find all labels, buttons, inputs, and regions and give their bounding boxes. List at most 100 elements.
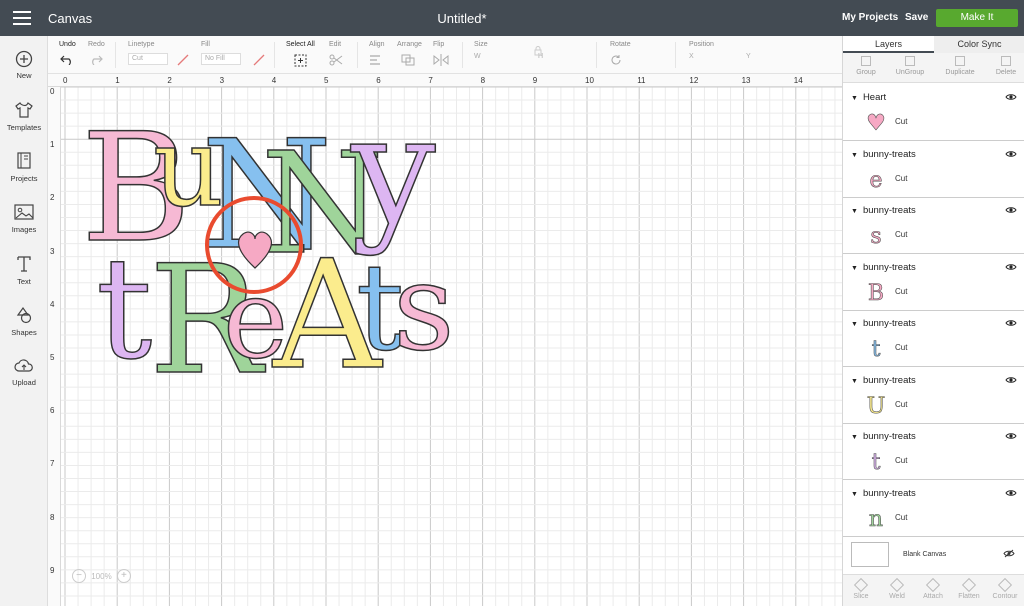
- layer-name[interactable]: ▼ bunny-treats: [851, 205, 916, 216]
- slice-button[interactable]: Slice: [843, 577, 879, 600]
- layer-name[interactable]: ▼ Heart: [851, 92, 886, 103]
- sidebar-item-images[interactable]: Images: [0, 202, 48, 234]
- make-it-button[interactable]: Make It: [936, 9, 1018, 27]
- eye-icon[interactable]: [1005, 206, 1017, 214]
- artwork-letter[interactable]: s: [392, 238, 455, 379]
- fill-dropdown[interactable]: Fill No Fill: [201, 41, 241, 65]
- blank-canvas-swatch[interactable]: [851, 542, 889, 567]
- zoom-out-button[interactable]: −: [72, 569, 86, 583]
- caret-down-icon[interactable]: ▼: [851, 321, 858, 328]
- caret-down-icon[interactable]: ▼: [851, 491, 858, 498]
- tab-layers[interactable]: Layers: [843, 36, 934, 53]
- delete-button[interactable]: Delete: [983, 56, 1024, 76]
- layer-group[interactable]: ▼ bunny-treats U Cut: [843, 367, 1024, 424]
- layer-thumbnail[interactable]: U: [865, 393, 887, 417]
- layer-name[interactable]: ▼ bunny-treats: [851, 318, 916, 329]
- duplicate-button[interactable]: Duplicate: [937, 56, 983, 76]
- flatten-button[interactable]: Flatten: [951, 577, 987, 600]
- layer-thumbnail[interactable]: B: [865, 280, 887, 304]
- eye-icon[interactable]: [1005, 376, 1017, 384]
- layer-thumbnail-glyph: t: [872, 450, 881, 473]
- eye-icon[interactable]: [1005, 489, 1017, 497]
- left-sidebar: New Templates Projects Images Text Shape…: [0, 36, 48, 606]
- layer-thumbnail[interactable]: s: [865, 223, 887, 247]
- zoom-in-button[interactable]: +: [116, 569, 131, 583]
- top-bar: Canvas Untitled* My Projects Save Make I…: [0, 0, 1024, 36]
- linetype-color-swatch[interactable]: [177, 54, 189, 68]
- divider: [596, 42, 597, 68]
- tab-color-sync[interactable]: Color Sync: [934, 36, 1024, 53]
- eye-icon[interactable]: [1005, 263, 1017, 271]
- layer-group[interactable]: ▼ bunny-treats t Cut: [843, 310, 1024, 367]
- ruler-tick-label: 0: [63, 76, 68, 85]
- layer-name[interactable]: ▼ bunny-treats: [851, 431, 916, 442]
- layer-name[interactable]: ▼ bunny-treats: [851, 488, 916, 499]
- layer-operation: Cut: [895, 117, 908, 126]
- sidebar-item-shapes[interactable]: Shapes: [0, 305, 48, 337]
- edit-dropdown[interactable]: Edit: [329, 41, 343, 66]
- caret-down-icon[interactable]: ▼: [851, 434, 858, 441]
- eye-icon[interactable]: [1005, 150, 1017, 158]
- group-button[interactable]: Group: [843, 56, 889, 76]
- linetype-dropdown[interactable]: Linetype Cut: [128, 41, 168, 65]
- layer-group[interactable]: ▼ bunny-treats B Cut: [843, 254, 1024, 311]
- layer-thumbnail[interactable]: n: [865, 506, 887, 530]
- caret-down-icon[interactable]: ▼: [851, 152, 858, 159]
- layer-thumbnail[interactable]: t: [865, 449, 887, 473]
- redo-button[interactable]: Redo: [88, 41, 105, 65]
- layer-group[interactable]: ▼ Heart ♥ Cut: [843, 84, 1024, 141]
- caret-down-icon[interactable]: ▼: [851, 265, 858, 272]
- document-title[interactable]: Untitled*: [0, 11, 924, 26]
- caret-down-icon[interactable]: ▼: [851, 378, 858, 385]
- fill-color-swatch[interactable]: [253, 54, 265, 68]
- sidebar-item-new[interactable]: New: [0, 50, 48, 80]
- layer-group[interactable]: ▼ bunny-treats n Cut: [843, 480, 1024, 537]
- select-all-button[interactable]: Select All: [286, 41, 315, 67]
- layer-name[interactable]: ▼ bunny-treats: [851, 375, 916, 386]
- ruler-tick-label: 6: [50, 406, 55, 416]
- layer-thumbnail[interactable]: t: [865, 336, 887, 360]
- layer-group[interactable]: ▼ bunny-treats e Cut: [843, 141, 1024, 198]
- layer-name[interactable]: ▼ bunny-treats: [851, 262, 916, 273]
- sidebar-item-upload[interactable]: Upload: [0, 357, 48, 387]
- arrange-dropdown[interactable]: Arrange: [397, 41, 422, 66]
- sidebar-item-templates[interactable]: Templates: [0, 100, 48, 132]
- save-button[interactable]: Save: [905, 12, 928, 23]
- rotate-control[interactable]: Rotate: [610, 41, 631, 65]
- layer-thumbnail[interactable]: e: [865, 167, 887, 191]
- ungroup-button[interactable]: UnGroup: [887, 56, 933, 76]
- design-canvas[interactable]: BuNNytReAts: [61, 87, 842, 606]
- flip-dropdown[interactable]: Flip: [433, 41, 449, 66]
- caret-down-icon[interactable]: ▼: [851, 95, 858, 102]
- eye-hidden-icon[interactable]: [1003, 549, 1015, 558]
- layer-group[interactable]: ▼ bunny-treats s Cut: [843, 197, 1024, 254]
- duplicate-icon: [955, 56, 965, 66]
- ruler-tick-label: 5: [50, 353, 55, 362]
- attach-button[interactable]: Attach: [915, 577, 951, 600]
- blank-canvas-layer[interactable]: Blank Canvas: [843, 534, 1024, 574]
- sidebar-item-projects[interactable]: Projects: [0, 151, 48, 183]
- pen-icon: [177, 54, 189, 66]
- layer-operation: Cut: [895, 399, 908, 409]
- zoom-controls: − 100% +: [72, 569, 131, 583]
- contour-button[interactable]: Contour: [987, 577, 1023, 600]
- weld-label: Weld: [889, 593, 905, 600]
- artwork-letter[interactable]: t: [95, 227, 153, 392]
- ruler-tick-label: 4: [271, 76, 277, 85]
- position-y-label: Y: [746, 53, 751, 60]
- layer-thumbnail[interactable]: ♥: [865, 110, 887, 134]
- eye-icon[interactable]: [1005, 93, 1017, 101]
- layer-name-text: bunny-treats: [862, 318, 916, 329]
- caret-down-icon[interactable]: ▼: [851, 208, 858, 215]
- ruler-tick-label: 2: [167, 76, 172, 85]
- layer-name[interactable]: ▼ bunny-treats: [851, 149, 916, 160]
- eye-icon[interactable]: [1005, 319, 1017, 327]
- layer-group[interactable]: ▼ bunny-treats t Cut: [843, 423, 1024, 480]
- eye-icon[interactable]: [1005, 432, 1017, 440]
- my-projects-link[interactable]: My Projects: [842, 12, 898, 23]
- lock-aspect-toggle[interactable]: [534, 46, 542, 58]
- undo-button[interactable]: Undo: [59, 41, 76, 65]
- align-dropdown[interactable]: Align: [369, 41, 385, 65]
- weld-button[interactable]: Weld: [879, 577, 915, 600]
- sidebar-item-text[interactable]: Text: [0, 254, 48, 286]
